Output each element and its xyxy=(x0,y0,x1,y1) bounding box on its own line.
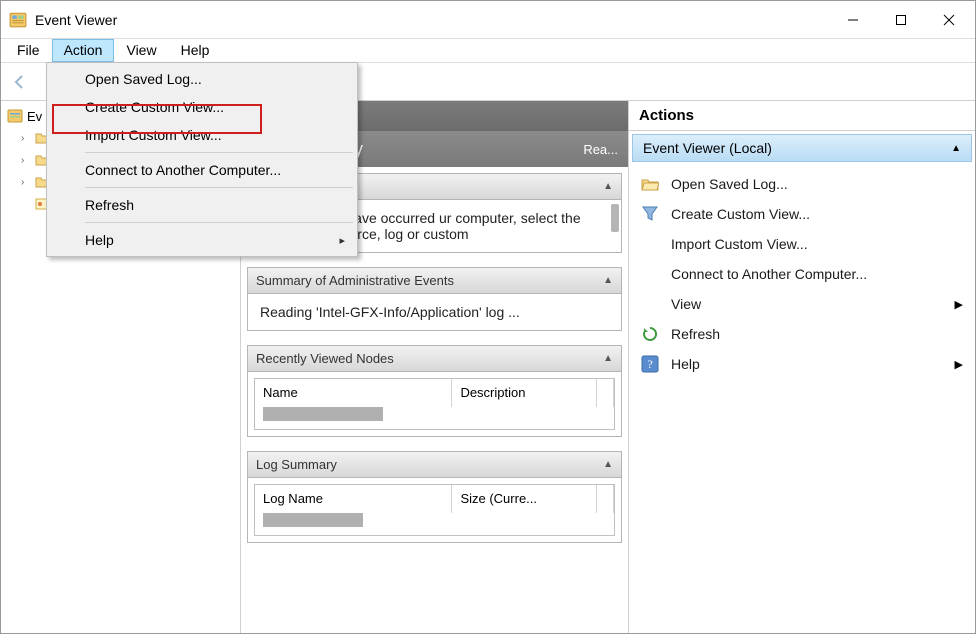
scrollbar-thumb[interactable] xyxy=(611,204,619,232)
actions-title: Actions xyxy=(629,101,975,131)
menu-help-submenu[interactable]: Help▸ xyxy=(49,226,355,254)
actions-pane: Actions Event Viewer (Local) ▲ Open Save… xyxy=(629,101,975,633)
col-extra[interactable] xyxy=(597,379,614,407)
chevron-right-icon: › xyxy=(21,155,31,166)
menu-separator xyxy=(85,152,353,153)
loading-placeholder xyxy=(263,513,363,527)
blank-icon xyxy=(641,265,659,283)
loading-placeholder xyxy=(263,407,383,421)
action-open-saved-log[interactable]: Open Saved Log... xyxy=(633,169,971,199)
recent-nodes-table: Name Description xyxy=(254,378,615,430)
chevron-right-icon: › xyxy=(21,177,31,188)
menu-file[interactable]: File xyxy=(5,39,52,62)
event-viewer-icon xyxy=(7,108,23,124)
menu-separator xyxy=(85,187,353,188)
menu-connect-computer[interactable]: Connect to Another Computer... xyxy=(49,156,355,184)
col-extra[interactable] xyxy=(597,485,614,513)
chevron-up-icon: ▲ xyxy=(603,275,613,286)
col-name[interactable]: Name xyxy=(255,379,452,407)
help-icon: ? xyxy=(641,355,659,373)
menu-refresh[interactable]: Refresh xyxy=(49,191,355,219)
menu-help[interactable]: Help xyxy=(169,39,222,62)
action-connect-computer[interactable]: Connect to Another Computer... xyxy=(633,259,971,289)
recent-nodes-panel: Recently Viewed Nodes ▲ Name Description xyxy=(247,345,622,437)
blank-icon xyxy=(641,235,659,253)
svg-text:?: ? xyxy=(647,357,652,371)
chevron-right-icon: ▶ xyxy=(955,358,963,371)
folder-open-icon xyxy=(641,175,659,193)
funnel-icon xyxy=(641,205,659,223)
recent-nodes-head[interactable]: Recently Viewed Nodes ▲ xyxy=(248,346,621,372)
menu-view[interactable]: View xyxy=(114,39,168,62)
actions-list: Open Saved Log... Create Custom View... … xyxy=(629,165,975,383)
log-summary-panel: Log Summary ▲ Log Name Size (Curre... xyxy=(247,451,622,543)
menu-separator xyxy=(85,222,353,223)
col-size[interactable]: Size (Curre... xyxy=(452,485,597,513)
admin-events-head[interactable]: Summary of Administrative Events ▲ xyxy=(248,268,621,294)
action-view[interactable]: View ▶ xyxy=(633,289,971,319)
chevron-right-icon: › xyxy=(21,133,31,144)
menu-action[interactable]: Action xyxy=(52,39,115,62)
action-help[interactable]: ? Help ▶ xyxy=(633,349,971,379)
back-button[interactable] xyxy=(7,69,33,95)
chevron-up-icon: ▲ xyxy=(603,353,613,364)
menu-create-custom-view[interactable]: Create Custom View... xyxy=(49,93,355,121)
chevron-up-icon: ▲ xyxy=(603,181,613,192)
action-refresh[interactable]: Refresh xyxy=(633,319,971,349)
log-summary-table: Log Name Size (Curre... xyxy=(254,484,615,536)
admin-events-panel: Summary of Administrative Events ▲ Readi… xyxy=(247,267,622,331)
col-log-name[interactable]: Log Name xyxy=(255,485,452,513)
actions-group-header[interactable]: Event Viewer (Local) ▲ xyxy=(632,134,972,162)
refresh-icon xyxy=(641,325,659,343)
window-buttons xyxy=(829,1,973,39)
chevron-up-icon: ▲ xyxy=(603,459,613,470)
action-import-custom-view[interactable]: Import Custom View... xyxy=(633,229,971,259)
menu-open-saved-log[interactable]: Open Saved Log... xyxy=(49,65,355,93)
app-icon xyxy=(9,11,27,29)
chevron-up-icon: ▲ xyxy=(951,143,961,154)
chevron-right-icon: ▸ xyxy=(339,234,345,247)
menu-import-custom-view[interactable]: Import Custom View... xyxy=(49,121,355,149)
menubar: File Action View Help xyxy=(1,39,975,63)
action-menu-dropdown: Open Saved Log... Create Custom View... … xyxy=(46,62,358,257)
admin-events-body: Reading 'Intel-GFX-Info/Application' log… xyxy=(248,294,621,330)
col-description[interactable]: Description xyxy=(452,379,597,407)
tree-root-label: Ev xyxy=(27,109,42,124)
log-summary-head[interactable]: Log Summary ▲ xyxy=(248,452,621,478)
blank-icon xyxy=(641,295,659,313)
maximize-button[interactable] xyxy=(877,1,925,39)
close-button[interactable] xyxy=(925,1,973,39)
titlebar: Event Viewer xyxy=(1,1,975,39)
log-summary-columns: Log Name Size (Curre... xyxy=(255,485,614,513)
center-subheader-right: Rea... xyxy=(583,142,618,157)
minimize-button[interactable] xyxy=(829,1,877,39)
recent-nodes-columns: Name Description xyxy=(255,379,614,407)
action-create-custom-view[interactable]: Create Custom View... xyxy=(633,199,971,229)
chevron-right-icon: ▶ xyxy=(955,298,963,311)
window-title: Event Viewer xyxy=(35,12,829,28)
